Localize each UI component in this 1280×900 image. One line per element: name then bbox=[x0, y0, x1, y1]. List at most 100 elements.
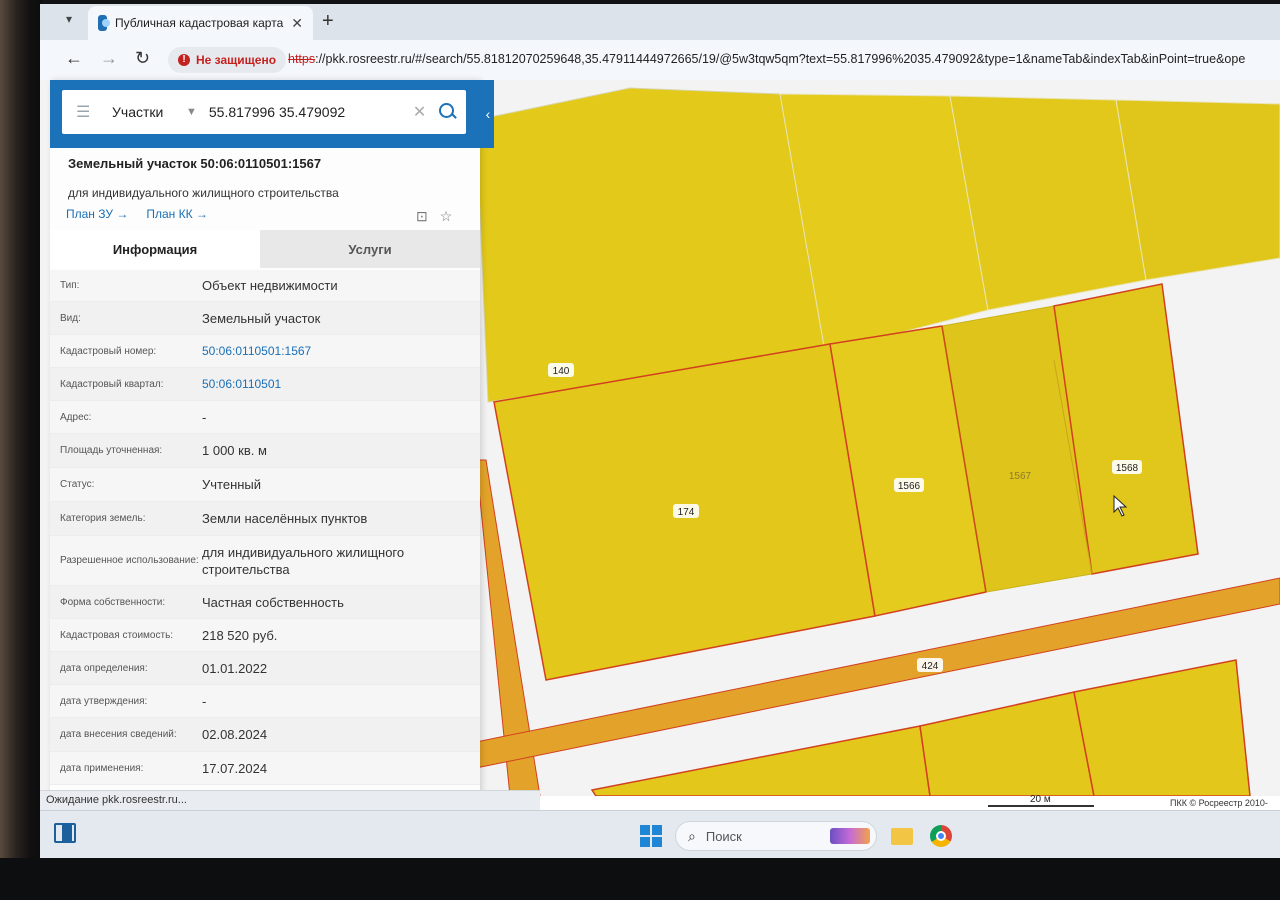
screen-bezel-left bbox=[0, 0, 42, 900]
property-row: Кадастровый квартал: 50:06:0110501 bbox=[50, 368, 480, 401]
plan-kk-link[interactable]: План КК → bbox=[146, 207, 208, 221]
property-value: 218 520 руб. bbox=[202, 627, 278, 643]
property-row: Вид: Земельный участок bbox=[50, 302, 480, 335]
parcel-label-174: 174 bbox=[673, 504, 699, 518]
property-value: - bbox=[202, 693, 207, 709]
clear-icon[interactable]: ✕ bbox=[413, 102, 426, 122]
svg-text:1568: 1568 bbox=[1116, 463, 1139, 474]
taskbar-search-label: Поиск bbox=[705, 828, 742, 844]
reload-icon[interactable]: ↻ bbox=[135, 48, 150, 69]
menu-icon[interactable]: ☰ bbox=[76, 102, 98, 122]
windows-start-icon[interactable] bbox=[640, 825, 662, 847]
parcel-subtitle: для индивидуального жилищного строительс… bbox=[68, 186, 339, 200]
property-row: Площадь уточненная: 1 000 кв. м bbox=[50, 434, 480, 468]
cadastral-number-link[interactable]: 50:06:0110501:1567 bbox=[202, 343, 470, 360]
property-value: - bbox=[202, 409, 207, 425]
svg-text:140: 140 bbox=[553, 366, 570, 377]
property-key: Форма собственности: bbox=[60, 596, 166, 608]
property-row: Категория земель: Земли населённых пункт… bbox=[50, 502, 480, 536]
back-arrow-icon[interactable]: ← bbox=[65, 48, 83, 69]
file-explorer-icon[interactable] bbox=[891, 828, 913, 845]
new-tab-button[interactable]: + bbox=[322, 10, 334, 33]
property-table: Тип: Объект недвижимости Вид: Земельный … bbox=[50, 270, 480, 785]
zoom-to-icon[interactable]: ⊡ bbox=[416, 208, 428, 225]
parcel-bottom-left[interactable] bbox=[590, 725, 931, 796]
property-key: Адрес: bbox=[60, 411, 92, 423]
close-icon[interactable]: ✕ bbox=[291, 15, 303, 32]
collapse-panel-icon[interactable]: ‹ bbox=[482, 80, 494, 148]
url-scheme: https bbox=[288, 52, 316, 66]
warning-icon: ! bbox=[178, 54, 190, 66]
property-value: 1 000 кв. м bbox=[202, 443, 267, 458]
cadastral-quarter-link[interactable]: 50:06:0110501 bbox=[202, 376, 470, 393]
parcel-label-1566: 1566 bbox=[894, 478, 924, 492]
svg-text:174: 174 bbox=[678, 507, 695, 518]
property-key: Вид: bbox=[60, 312, 81, 324]
property-key: дата применения: bbox=[60, 762, 144, 774]
property-row: Разрешенное использование: для индивидуа… bbox=[50, 536, 480, 586]
forward-arrow-icon[interactable]: → bbox=[100, 48, 118, 69]
address-bar[interactable]: https://pkk.rosreestr.ru/#/search/55.818… bbox=[288, 52, 1278, 66]
property-key: Кадастровый квартал: bbox=[60, 378, 164, 390]
info-panel: ☰ Участки ▼ ✕ ‹ Земельный участок 50:06:… bbox=[50, 80, 494, 796]
plan-zu-link[interactable]: План ЗУ → bbox=[66, 207, 128, 221]
parcel-176[interactable] bbox=[1073, 659, 1251, 796]
property-key: Площадь уточненная: bbox=[60, 445, 163, 456]
property-key: Кадастровая стоимость: bbox=[60, 629, 174, 641]
parcel-bottom-middle[interactable] bbox=[919, 691, 1095, 796]
property-value: Частная собственность bbox=[202, 594, 344, 610]
property-key: дата внесения сведений: bbox=[60, 729, 177, 740]
svg-text:1567: 1567 bbox=[1009, 471, 1032, 482]
parcel-label-140: 140 bbox=[548, 363, 574, 377]
tab-information[interactable]: Информация bbox=[50, 230, 260, 268]
property-row: Кадастровый номер: 50:06:0110501:1567 bbox=[50, 335, 480, 368]
property-row: Кадастровая стоимость: 218 520 руб. bbox=[50, 619, 480, 652]
property-key: дата определения: bbox=[60, 662, 148, 674]
tab-pkk[interactable]: Публичная кадастровая карта ✕ bbox=[88, 6, 313, 40]
property-row: Адрес: - bbox=[50, 401, 480, 434]
search-input[interactable] bbox=[208, 104, 409, 120]
property-key: Категория земель: bbox=[60, 513, 146, 524]
property-key: Тип: bbox=[60, 280, 80, 291]
property-value: Объект недвижимости bbox=[202, 278, 338, 293]
parcel-label-1567: 1567 bbox=[1009, 471, 1032, 482]
widgets-icon[interactable] bbox=[54, 823, 76, 843]
search-highlight-icon bbox=[830, 828, 870, 844]
chrome-icon[interactable] bbox=[930, 825, 952, 847]
property-row: Статус: Учтенный bbox=[50, 468, 480, 502]
property-key: дата утверждения: bbox=[60, 695, 148, 707]
property-value: 17.07.2024 bbox=[202, 760, 268, 776]
chevron-down-icon[interactable]: ▼ bbox=[186, 106, 197, 118]
property-key: Кадастровый номер: bbox=[60, 345, 157, 357]
search-icon[interactable] bbox=[438, 102, 458, 122]
security-chip[interactable]: ! Не защищено bbox=[168, 47, 287, 73]
tab-services[interactable]: Услуги bbox=[260, 230, 480, 268]
property-value: Учтенный bbox=[202, 477, 262, 492]
property-row: Форма собственности: Частная собственнос… bbox=[50, 586, 480, 619]
property-value: 02.08.2024 bbox=[202, 727, 268, 742]
windows-taskbar: ⌕ Поиск bbox=[40, 810, 1280, 858]
layer-select[interactable]: Участки bbox=[112, 104, 186, 120]
plan-links: План ЗУ → План КК → bbox=[66, 207, 208, 221]
tab-search-icon[interactable]: ▾ bbox=[58, 12, 80, 32]
property-row: дата утверждения: - bbox=[50, 685, 480, 718]
property-row: дата внесения сведений: 02.08.2024 bbox=[50, 718, 480, 752]
star-icon[interactable]: ☆ bbox=[440, 208, 453, 225]
svg-text:424: 424 bbox=[922, 661, 939, 672]
tab-strip: ▾ Публичная кадастровая карта ✕ + bbox=[40, 4, 1280, 40]
parcel-label-1568: 1568 bbox=[1112, 460, 1142, 474]
screen-bezel-bottom bbox=[0, 858, 1280, 900]
property-value: Земли населённых пунктов bbox=[202, 511, 368, 526]
svg-text:1566: 1566 bbox=[898, 481, 921, 492]
parcel-title: Земельный участок 50:06:0110501:1567 bbox=[68, 156, 322, 171]
panel-actions: ⊡ ☆ bbox=[416, 208, 452, 225]
property-value: 01.01.2022 bbox=[202, 660, 268, 676]
property-key: Разрешенное использование: bbox=[60, 555, 199, 566]
panel-tabs: Информация Услуги bbox=[50, 230, 480, 268]
map-scale-label: 20 м bbox=[1030, 794, 1051, 805]
tab-title: Публичная кадастровая карта bbox=[114, 16, 284, 30]
property-row: Тип: Объект недвижимости bbox=[50, 270, 480, 302]
map-attribution: ПКК © Росреестр 2010- bbox=[1170, 798, 1268, 808]
browser-toolbar: ← → ↻ ! Не защищено https://pkk.rosreest… bbox=[40, 40, 1280, 80]
property-row: дата применения: 17.07.2024 bbox=[50, 752, 480, 785]
